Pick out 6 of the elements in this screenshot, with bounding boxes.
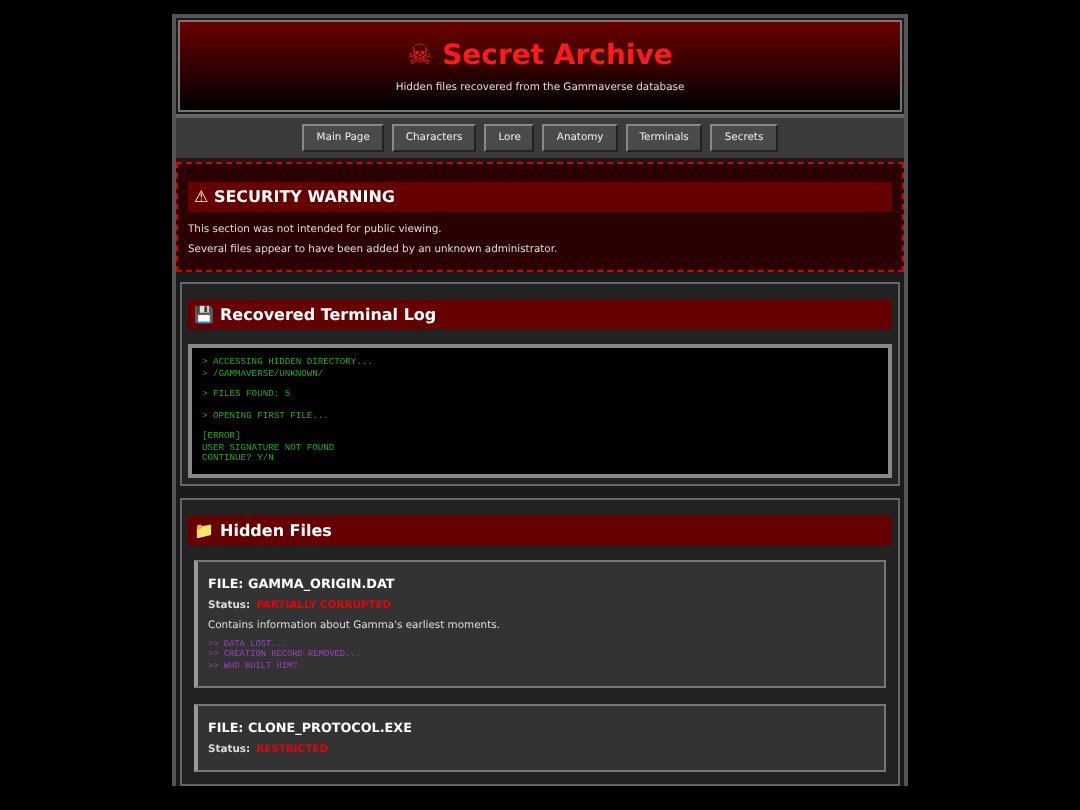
site-title: ☠ Secret Archive — [407, 39, 673, 71]
section-title: Recovered Terminal Log — [220, 306, 437, 324]
section-title: Hidden Files — [220, 521, 332, 539]
floppy-disk-icon: 💾 — [194, 306, 214, 324]
warning-title: ⚠ SECURITY WARNING — [188, 182, 892, 212]
folder-icon: 📁 — [194, 521, 214, 539]
